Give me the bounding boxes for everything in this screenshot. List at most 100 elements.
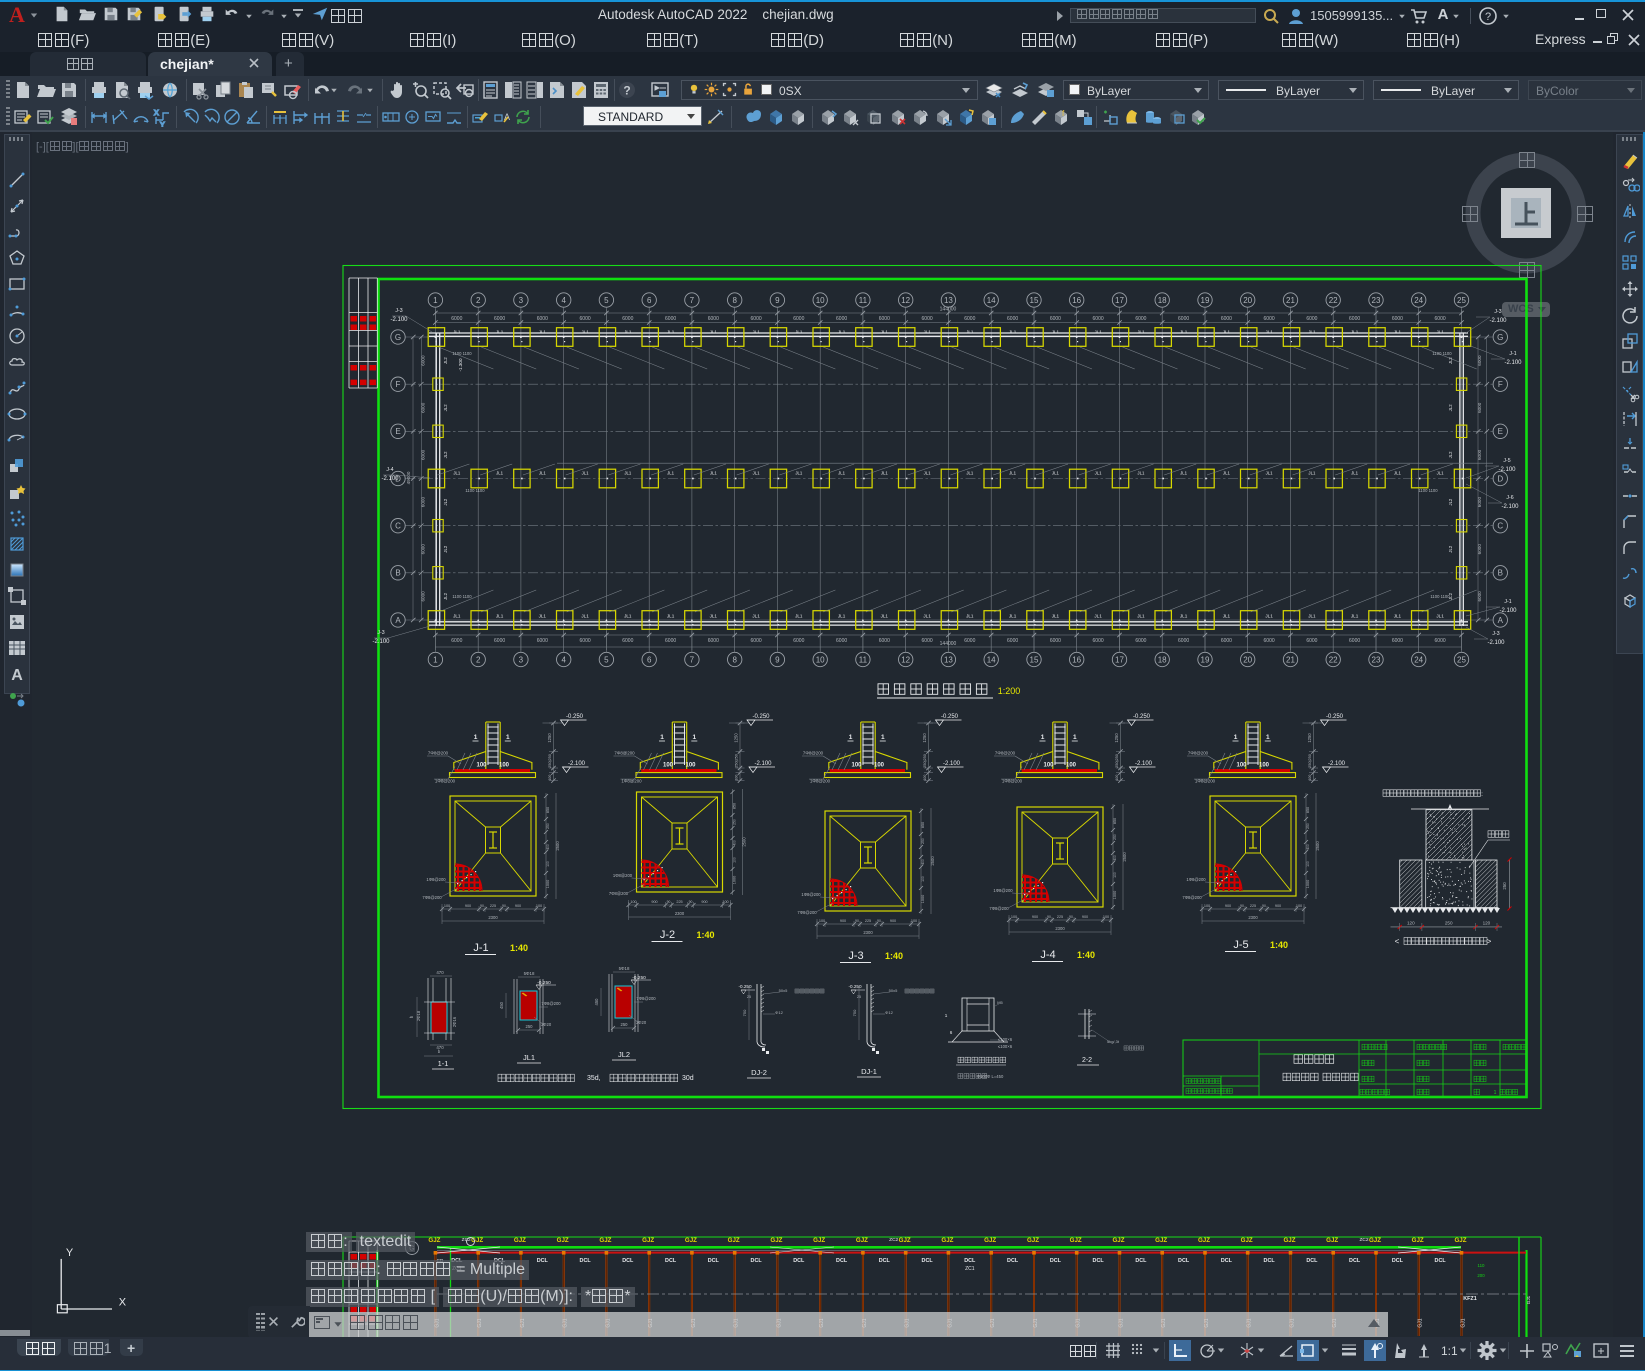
svg-text:1Φ8@200: 1Φ8@200: [801, 892, 821, 897]
svg-text:JL1: JL1: [1009, 471, 1017, 476]
svg-text:1250: 1250: [734, 733, 739, 743]
svg-text:JL1: JL1: [1180, 614, 1188, 619]
svg-text:1: 1: [506, 734, 510, 741]
svg-text:JL1: JL1: [1265, 329, 1273, 334]
svg-text:JL1: JL1: [496, 614, 504, 619]
svg-text:1: 1: [474, 734, 478, 741]
svg-text:250: 250: [1113, 834, 1117, 840]
svg-text:18: 18: [1158, 296, 1167, 305]
svg-text:4: 4: [561, 655, 566, 664]
svg-text:GJZ: GJZ: [1369, 1237, 1381, 1244]
svg-text:2Φ16: 2Φ16: [452, 1016, 457, 1027]
svg-text:400: 400: [733, 840, 737, 846]
svg-text:250|250: 250|250: [1308, 754, 1312, 768]
svg-text:6000: 6000: [451, 316, 462, 322]
svg-text:1Φ8@200: 1Φ8@200: [426, 877, 446, 882]
svg-text:GJZ: GJZ: [728, 1237, 740, 1244]
svg-text:7Φ8@200: 7Φ8@200: [1182, 895, 1202, 900]
svg-text:7Φ8@200: 7Φ8@200: [428, 751, 449, 756]
svg-text:7Φ8@200: 7Φ8@200: [797, 910, 817, 915]
svg-text:100: 100: [1296, 904, 1302, 908]
svg-text:100: 100: [851, 763, 862, 769]
svg-text:6000: 6000: [421, 544, 426, 555]
svg-text:6000: 6000: [1477, 449, 1482, 460]
svg-text:1: 1: [1234, 734, 1238, 741]
svg-text:JL1: JL1: [1052, 471, 1060, 476]
svg-text:7Φ8@200: 7Φ8@200: [422, 895, 442, 900]
svg-text:30d: 30d: [682, 1075, 694, 1082]
svg-text:90: 90: [855, 919, 859, 923]
svg-text:900: 900: [890, 919, 896, 923]
svg-text:J-2: J-2: [660, 929, 675, 941]
svg-text:13: 13: [944, 296, 953, 305]
svg-text:JL1: JL1: [1351, 614, 1359, 619]
svg-text:h: h: [409, 1015, 414, 1018]
svg-text:23: 23: [1372, 655, 1381, 664]
svg-text:J-4: J-4: [1040, 949, 1055, 961]
svg-text:DCL: DCL: [1007, 1258, 1019, 1264]
svg-text:6000: 6000: [879, 316, 890, 322]
svg-text:7Φ8@200: 7Φ8@200: [541, 1001, 561, 1006]
svg-text:6000: 6000: [421, 497, 426, 508]
svg-text:GJ1: GJ1: [1526, 1295, 1531, 1304]
svg-text:JL1: JL1: [1436, 614, 1444, 619]
svg-text:120: 120: [1407, 920, 1415, 925]
svg-text:JL1: JL1: [624, 614, 632, 619]
svg-text:90: 90: [1240, 904, 1244, 908]
svg-text:DCL: DCL: [879, 1258, 891, 1264]
svg-text:11: 11: [859, 655, 868, 664]
svg-text:GJZ: GJZ: [941, 1237, 953, 1244]
svg-text:1: 1: [1041, 734, 1045, 741]
svg-text:JL1: JL1: [923, 329, 931, 334]
svg-text:GJZ: GJZ: [428, 1237, 440, 1244]
svg-text:JL1: JL1: [496, 329, 504, 334]
svg-text:J-1: J-1: [473, 942, 488, 954]
svg-text:J-3: J-3: [1494, 309, 1501, 315]
svg-text:JL1: JL1: [795, 614, 803, 619]
svg-text:250: 250: [1445, 920, 1453, 925]
svg-text:1Φ8@200: 1Φ8@200: [993, 888, 1013, 893]
svg-text:JL1: JL1: [838, 329, 846, 334]
svg-text:<: <: [1395, 937, 1400, 946]
svg-text:1: 1: [1073, 734, 1077, 741]
svg-text:JL1: JL1: [1009, 614, 1017, 619]
svg-text:-2.100: -2.100: [381, 476, 399, 482]
svg-text:F: F: [396, 380, 401, 389]
svg-text:1:40: 1:40: [696, 930, 714, 940]
svg-text:JL1: JL1: [924, 471, 932, 476]
svg-text:6000: 6000: [1264, 638, 1275, 644]
svg-text:JL1: JL1: [1052, 614, 1060, 619]
svg-text:B: B: [395, 569, 400, 578]
svg-text:19: 19: [1201, 296, 1210, 305]
svg-text:DCL: DCL: [751, 1258, 763, 1264]
svg-text:225: 225: [865, 919, 871, 923]
svg-text:2-2: 2-2: [1082, 1057, 1092, 1064]
svg-text:4: 4: [561, 296, 566, 305]
svg-text:1: 1: [1266, 734, 1270, 741]
svg-text:850: 850: [733, 803, 737, 809]
svg-text:1: 1: [945, 1013, 948, 1018]
svg-text:-2.100: -2.100: [1489, 318, 1507, 324]
svg-text:20: 20: [1243, 296, 1252, 305]
svg-text:JL1: JL1: [582, 471, 590, 476]
svg-text:21: 21: [1286, 296, 1295, 305]
svg-text:JL1: JL1: [453, 614, 461, 619]
svg-text:Y: Y: [66, 1247, 74, 1259]
svg-text:J-1: J-1: [1504, 599, 1511, 605]
svg-text:6000: 6000: [1093, 638, 1104, 644]
svg-text:JL2: JL2: [1448, 545, 1453, 552]
svg-text:GJZ: GJZ: [899, 1237, 911, 1244]
svg-text:C: C: [395, 522, 401, 531]
svg-text:225: 225: [1250, 904, 1256, 908]
svg-text:JL1: JL1: [881, 329, 889, 334]
svg-text:6000: 6000: [708, 638, 719, 644]
svg-text:1250: 1250: [547, 733, 552, 743]
svg-text:-1.300: -1.300: [458, 358, 463, 371]
svg-text:DCL: DCL: [1264, 1258, 1276, 1264]
svg-text:JL1: JL1: [1308, 329, 1316, 334]
svg-text:JL2: JL2: [443, 451, 448, 458]
svg-text:6000: 6000: [421, 402, 426, 413]
svg-text:JL1: JL1: [966, 614, 974, 619]
svg-text:12: 12: [901, 296, 910, 305]
svg-text:GJZ: GJZ: [984, 1237, 996, 1244]
